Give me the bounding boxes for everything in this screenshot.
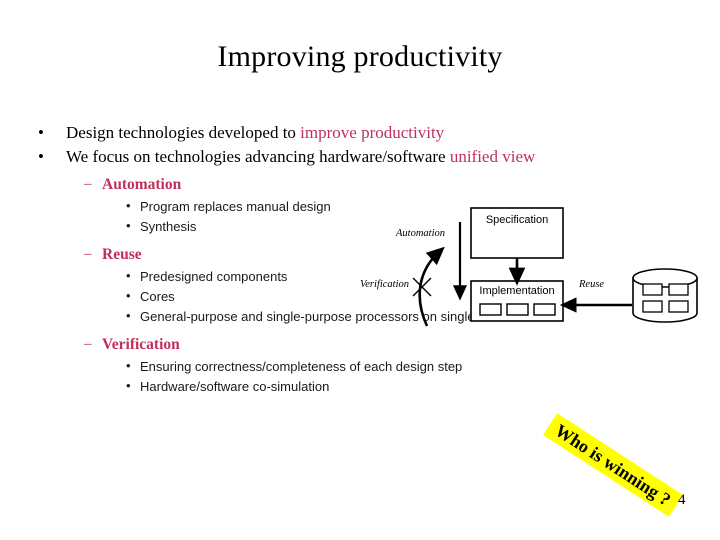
dash-marker: – [84,336,92,352]
dash-marker: – [84,246,92,262]
component-rect [479,303,502,316]
library-cell [642,300,663,313]
design-flow-diagram: Specification Implementation Automation … [355,200,715,330]
list-item-label: Cores [140,289,175,304]
library-cell [668,283,689,296]
subheading-label: Verification [102,336,180,353]
subheading-label: Reuse [102,246,142,263]
bullet-marker: • [126,378,131,393]
bullet-text: Design technologies developed to [66,123,301,142]
bullet-marker: • [126,268,131,283]
bullet-text-accent: unified view [449,147,536,166]
bullet-marker: • [126,198,131,213]
verification-edge-label: Verification [360,279,409,290]
bullet-design-technologies: • Design technologies developed to impro… [26,122,626,143]
bullet-marker: • [126,358,131,373]
list-item-label: Ensuring correctness/completeness of eac… [140,359,463,374]
bullet-marker: • [126,218,131,233]
subheading-automation: – Automation [26,175,626,195]
automation-edge-label: Automation [396,228,445,239]
list-item-label: Synthesis [140,219,197,234]
list-item-label: Predesigned components [140,269,288,284]
bullet-marker: • [38,123,44,142]
page-title: Improving productivity [217,40,503,73]
implementation-box-label: Implementation [479,285,555,297]
who-is-winning-banner: Who is winning ? [543,413,683,517]
subheading-label: Automation [102,176,182,193]
bullet-we-focus: • We focus on technologies advancing har… [26,146,626,167]
bullet-text: We focus on technologies advancing hardw… [66,147,450,166]
dash-marker: – [84,176,92,192]
list-item-label: Program replaces manual design [140,199,331,214]
bullet-marker: • [38,147,44,166]
verification-arc-arrow [418,246,445,327]
page-number: 4 [678,492,686,508]
component-library-cylinder [632,268,698,323]
reuse-edge-label: Reuse [579,279,605,290]
bullet-marker: • [126,288,131,303]
list-item: • Hardware/software co-simulation [26,377,626,397]
component-rect [533,303,556,316]
banner-text: Who is winning ? [551,420,675,510]
subheading-verification: – Verification [26,335,626,355]
library-cell [668,300,689,313]
bullet-marker: • [126,308,131,323]
library-cell [642,283,663,296]
list-item-label: Hardware/software co-simulation [140,379,330,394]
bullet-text-accent: improve productivity [300,123,445,142]
specification-box-label: Specification [485,214,549,226]
component-rect [506,303,529,316]
list-item: • Ensuring correctness/completeness of e… [26,357,626,377]
